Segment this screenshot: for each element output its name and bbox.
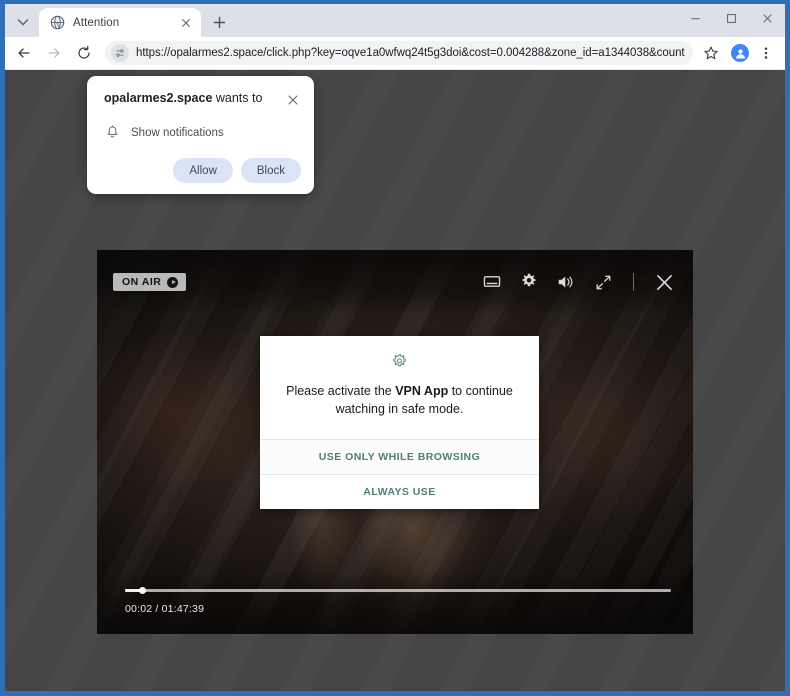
avatar [731,44,749,62]
video-player[interactable]: ON AIR Please activate the VPN App to co… [97,250,693,634]
expand-icon[interactable] [592,271,614,293]
window-minimize-button[interactable] [677,4,713,32]
browser-window: Attention https://opalarmes2.space/click… [0,0,790,696]
new-tab-button[interactable] [206,9,232,35]
tab-close-icon[interactable] [178,15,194,31]
vpn-always-use-button[interactable]: ALWAYS USE [260,473,539,509]
arrow-right-icon [48,48,60,58]
volume-icon[interactable] [555,271,577,293]
progress-bar-handle[interactable] [138,587,146,594]
browser-tab[interactable]: Attention [39,8,201,37]
bookmark-star-icon[interactable] [698,40,724,66]
gear-icon[interactable] [518,271,540,293]
vpn-use-while-browsing-button[interactable]: USE ONLY WHILE BROWSING [260,438,539,474]
player-controls [481,271,675,293]
progress-bar[interactable] [125,587,671,594]
close-icon [762,13,772,23]
notification-title-suffix: wants to [212,91,263,105]
player-bottom-bar: 00:02 / 01:47:39 [97,572,693,634]
notification-origin: opalarmes2.space [104,91,213,105]
block-button[interactable]: Block [240,158,301,183]
plus-icon [213,16,225,28]
close-icon[interactable] [653,271,675,293]
tab-title: Attention [73,16,120,29]
time-separator: / [152,603,162,615]
notification-permission-label: Show notifications [131,126,224,139]
notification-permission-bubble: opalarmes2.space wants to Show notificat… [87,76,314,194]
player-top-bar: ON AIR [97,250,693,314]
three-dots-icon [764,47,768,59]
globe-icon [49,15,65,31]
reload-icon [78,45,90,59]
notification-bubble-title: opalarmes2.space wants to [104,91,270,107]
maximize-icon [726,13,736,23]
page-content: ON AIR Please activate the VPN App to co… [5,70,785,690]
vpn-activation-dialog: Please activate the VPN App to continue … [260,336,539,509]
site-info-icon[interactable] [111,44,129,62]
on-air-badge[interactable]: ON AIR [113,273,187,291]
allow-button[interactable]: Allow [173,158,233,183]
reload-button[interactable] [70,39,98,67]
bell-icon [104,124,121,141]
vpn-message-bold: VPN App [395,384,449,398]
forward-button[interactable] [40,39,68,67]
address-bar[interactable]: https://opalarmes2.space/click.php?key=o… [105,41,693,65]
arrow-left-icon [18,48,30,58]
tab-strip: Attention [5,4,785,37]
on-air-label: ON AIR [122,276,162,288]
profile-button[interactable] [727,40,753,66]
current-time: 00:02 [125,603,153,615]
chevron-down-icon [17,19,29,26]
url-text: https://opalarmes2.space/click.php?key=o… [136,47,685,59]
vpn-dialog-message: Please activate the VPN App to continue … [282,383,517,419]
tab-search-button[interactable] [9,8,37,36]
notification-permission-row: Show notifications [104,124,301,141]
browser-window-inner: Attention https://opalarmes2.space/click… [5,4,785,691]
notification-bubble-actions: Allow Block [104,158,301,183]
browser-menu-button[interactable] [753,40,779,66]
play-icon [167,276,179,288]
cast-icon[interactable] [481,271,503,293]
close-icon[interactable] [285,92,301,108]
notification-bubble-header: opalarmes2.space wants to [104,91,301,108]
window-close-button[interactable] [749,4,785,32]
window-maximize-button[interactable] [713,4,749,32]
browser-toolbar: https://opalarmes2.space/click.php?key=o… [5,37,785,70]
gear-icon [282,353,517,370]
vpn-message-part1: Please activate the [286,384,396,398]
minimize-icon [690,17,700,19]
time-display: 00:02 / 01:47:39 [125,603,204,615]
vpn-dialog-body: Please activate the VPN App to continue … [260,336,539,439]
window-controls [677,4,785,37]
duration: 01:47:39 [161,603,205,615]
controls-divider [633,273,634,291]
person-icon [735,48,745,59]
back-button[interactable] [10,39,38,67]
